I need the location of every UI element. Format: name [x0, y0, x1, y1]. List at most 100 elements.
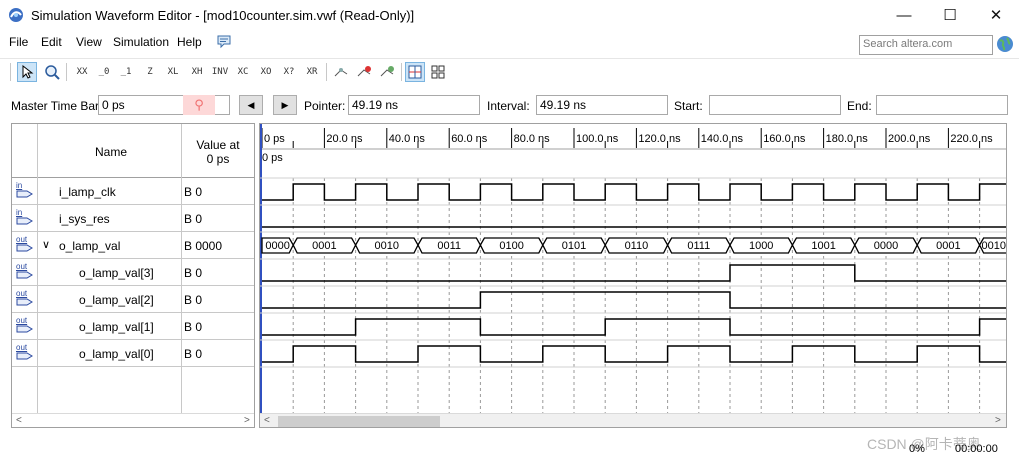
menu-help[interactable]: Help — [177, 35, 202, 49]
bit2-waveform — [262, 291, 1006, 309]
horizontal-scrollbar[interactable]: < > — [12, 413, 254, 427]
signal-name: o_lamp_val[1] — [79, 320, 154, 334]
output-pin-icon: out — [16, 316, 34, 336]
bus-value-label: 0110 — [625, 240, 649, 252]
value-column-header-line1: Value at — [196, 138, 240, 152]
toolbar-separator — [10, 63, 11, 81]
pointer-label: Pointer: — [304, 99, 346, 113]
toolbar: XX _0 _1 Z XL XH INV XC XO X? XR — [0, 58, 1019, 86]
bus-value-label: 0000 — [874, 240, 898, 252]
menu-view[interactable]: View — [76, 35, 102, 49]
globe-icon[interactable] — [996, 35, 1014, 53]
clock-waveform — [262, 183, 1006, 201]
interval-field: 49.19 ns — [536, 95, 668, 115]
app-logo-icon — [9, 8, 23, 22]
run-functional-icon[interactable] — [354, 62, 374, 82]
signal-row[interactable]: in i_lamp_clk B 0 — [12, 178, 254, 205]
interval-label: Interval: — [487, 99, 530, 113]
signal-value: B 0 — [184, 185, 203, 199]
bus-value-label: 0010 — [982, 240, 1006, 252]
run-timing-icon[interactable] — [377, 62, 397, 82]
title-bar: Simulation Waveform Editor - [mod10count… — [0, 0, 1019, 30]
signal-row[interactable]: out o_lamp_val[2] B 0 — [12, 286, 254, 313]
waveform-panel[interactable]: 0 ps 20.0 ns 40.0 ns 60.0 ns 80.0 ns 100.0 ns… — [259, 123, 1007, 428]
signal-row[interactable]: out o_lamp_val[0] B 0 — [12, 340, 254, 367]
signal-value: B 0 — [184, 293, 203, 307]
bus-value-label: 0011 — [437, 240, 461, 252]
signal-name: i_sys_res — [59, 212, 110, 226]
forcing-low-icon[interactable]: _0 — [94, 62, 114, 82]
clock-value-icon[interactable]: XO — [256, 62, 276, 82]
random-value-icon[interactable]: XR — [302, 62, 322, 82]
input-pin-icon: in — [16, 181, 34, 201]
grid-size-icon[interactable] — [405, 62, 425, 82]
timeline-tick-label: 100.0 ns — [576, 133, 619, 145]
menu-edit[interactable]: Edit — [41, 35, 62, 49]
next-transition-button[interactable]: ▶ — [273, 95, 297, 115]
signal-value: B 0 — [184, 266, 203, 280]
group-icon[interactable] — [428, 62, 448, 82]
signal-name: o_lamp_val[0] — [79, 347, 154, 361]
weak-low-icon[interactable]: XL — [163, 62, 183, 82]
bit3-waveform — [262, 264, 1006, 282]
master-time-bar-label: Master Time Bar: — [11, 99, 103, 113]
bit1-waveform — [262, 318, 1006, 336]
scroll-left-arrow[interactable]: < — [16, 415, 22, 426]
snap-grid-icon[interactable] — [331, 62, 351, 82]
timeline-tick-label: 200.0 ns — [888, 133, 931, 145]
timeline-tick-label: 160.0 ns — [763, 133, 806, 145]
pointer-field: 49.19 ns — [348, 95, 480, 115]
menu-simulation[interactable]: Simulation — [113, 35, 169, 49]
high-impedance-icon[interactable]: Z — [140, 62, 160, 82]
signal-name: o_lamp_val[3] — [79, 266, 154, 280]
waveform-canvas[interactable]: 0 ps 20.0 ns 40.0 ns 60.0 ns 80.0 ns 100.0 ns… — [260, 124, 1007, 413]
end-label: End: — [847, 99, 872, 113]
chat-bubble-icon[interactable] — [216, 33, 232, 49]
bit0-waveform — [262, 345, 1006, 363]
minimize-button[interactable]: — — [881, 0, 927, 30]
zoom-tool-icon[interactable] — [42, 62, 62, 82]
signal-value: B 0000 — [184, 239, 223, 253]
scrollbar-thumb[interactable] — [278, 416, 440, 427]
arbitrary-value-icon[interactable]: X? — [279, 62, 299, 82]
value-column-header[interactable]: Value at 0 ps — [196, 138, 240, 166]
timeline-tick-label: 140.0 ns — [701, 133, 744, 145]
invert-icon[interactable]: INV — [210, 62, 230, 82]
scroll-right-arrow[interactable]: > — [995, 415, 1001, 426]
signal-name: i_lamp_clk — [59, 185, 116, 199]
previous-transition-button[interactable]: ◀ — [239, 95, 263, 115]
waveform-horizontal-scrollbar[interactable]: < > — [260, 413, 1006, 427]
signal-row[interactable]: in i_sys_res B 0 — [12, 205, 254, 232]
bus-value-label: 0010 — [375, 240, 399, 252]
timeline-tick-label: 80.0 ns — [514, 133, 551, 145]
count-value-icon[interactable]: XC — [233, 62, 253, 82]
menu-file[interactable]: File — [9, 35, 28, 49]
bus-value-label: 0000 — [265, 240, 289, 252]
chevron-down-icon[interactable]: ∨ — [42, 238, 50, 251]
scroll-left-arrow[interactable]: < — [264, 415, 270, 426]
toolbar-separator — [401, 63, 402, 81]
name-column-header[interactable]: Name — [95, 145, 127, 159]
bus-value-label: 0001 — [312, 240, 336, 252]
forcing-high-icon[interactable]: _1 — [116, 62, 136, 82]
window-title: Simulation Waveform Editor - [mod10count… — [31, 8, 415, 23]
signal-value: B 0 — [184, 320, 203, 334]
weak-high-icon[interactable]: XH — [187, 62, 207, 82]
node-list-panel: Name Value at 0 ps in i_lamp_clk B 0 in i_sy… — [11, 123, 255, 428]
timeline-tick-label: 220.0 ns — [950, 133, 993, 145]
node-list-header: Name Value at 0 ps — [12, 124, 254, 178]
signal-row[interactable]: out o_lamp_val[1] B 0 — [12, 313, 254, 340]
search-input[interactable]: Search altera.com — [859, 35, 993, 55]
close-button[interactable]: ✕ — [973, 0, 1019, 30]
select-tool-icon[interactable] — [17, 62, 37, 82]
maximize-button[interactable]: ☐ — [927, 0, 973, 30]
signal-name: o_lamp_val — [59, 239, 121, 253]
timeline-tick-label: 0 ps — [264, 133, 285, 145]
scroll-right-arrow[interactable]: > — [244, 415, 250, 426]
timeline-tick-label: 120.0 ns — [638, 133, 681, 145]
bus-value-label: 0001 — [936, 240, 960, 252]
timeline-tick-label: 20.0 ns — [326, 133, 363, 145]
forcing-unknown-icon[interactable]: XX — [72, 62, 92, 82]
signal-row[interactable]: out o_lamp_val[3] B 0 — [12, 259, 254, 286]
signal-row[interactable]: out ∨ o_lamp_val B 0000 — [12, 232, 254, 259]
